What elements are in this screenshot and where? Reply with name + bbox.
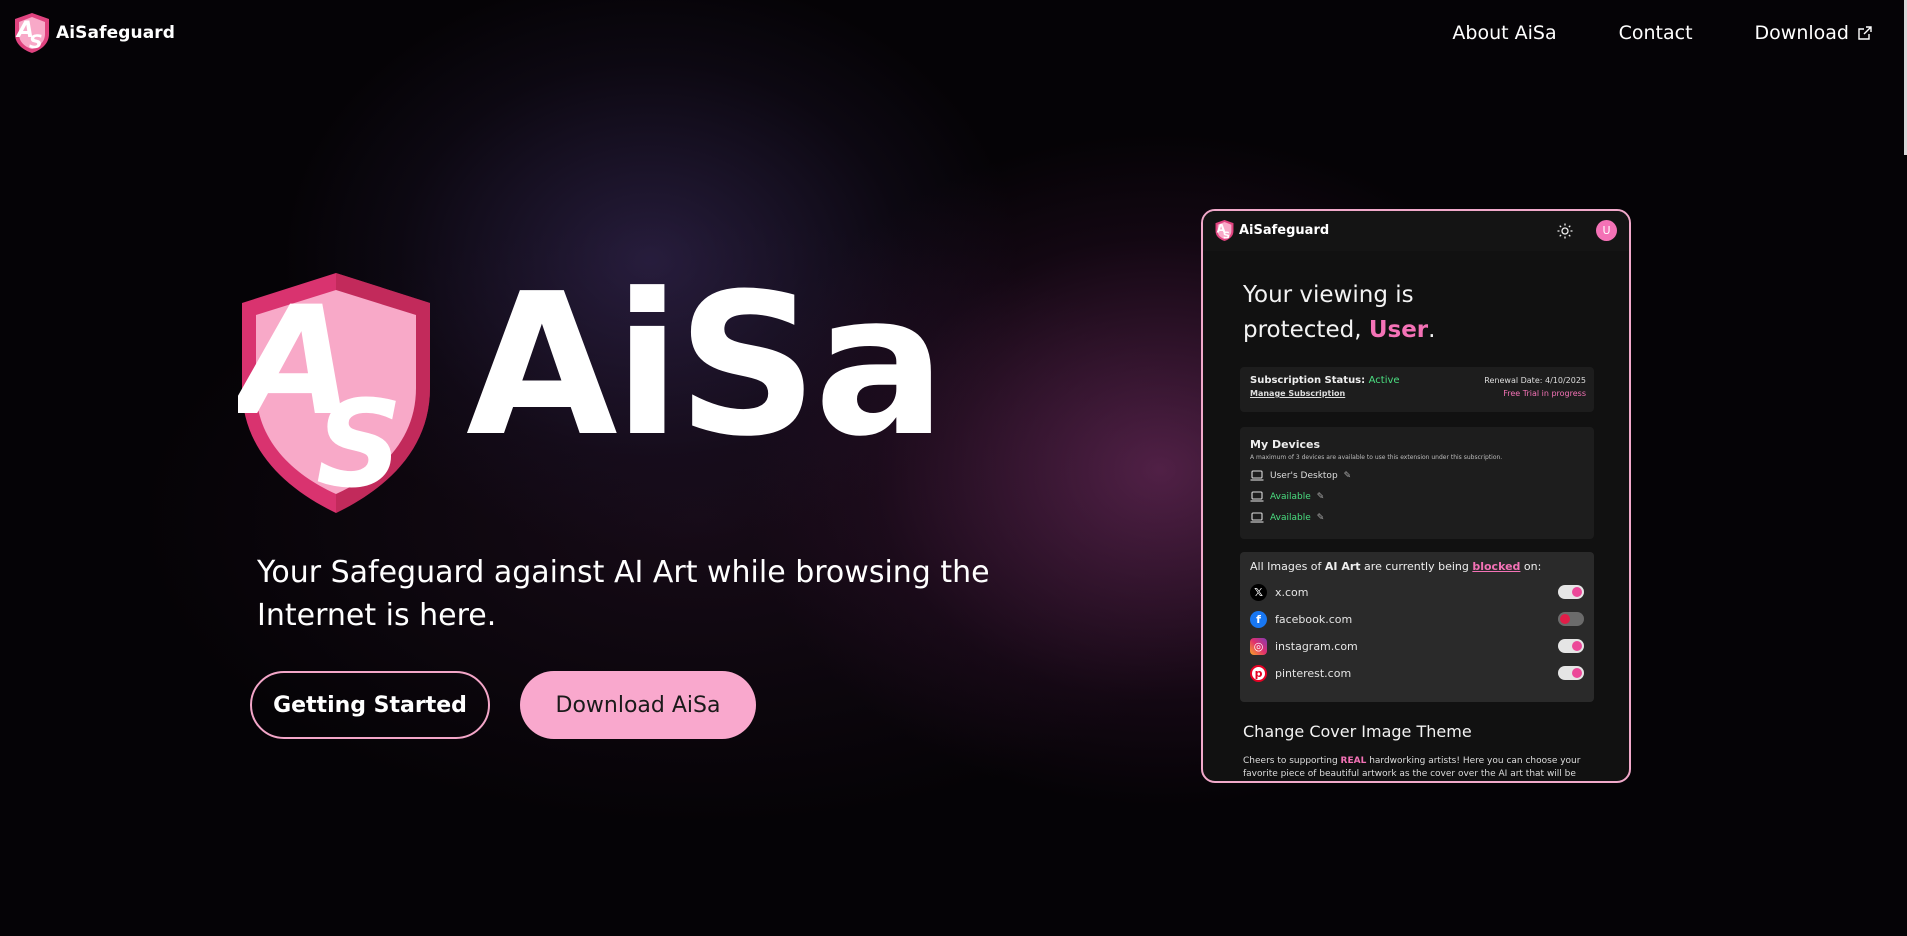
sun-theme-icon[interactable] xyxy=(1557,223,1573,239)
laptop-icon xyxy=(1250,512,1264,523)
protection-heading-line1: Your viewing is xyxy=(1243,282,1414,308)
download-aisa-button[interactable]: Download AiSa xyxy=(520,671,756,739)
site-row-facebook: f facebook.com xyxy=(1250,609,1584,629)
subscription-status: Subscription Status: Active xyxy=(1250,375,1400,386)
cover-theme-description: Cheers to supporting REAL hardworking ar… xyxy=(1243,755,1603,781)
trial-status: Free Trial in progress xyxy=(1503,389,1586,398)
preview-brand: A S AiSafeguard xyxy=(1215,219,1329,242)
devices-note: A maximum of 3 devices are available to … xyxy=(1250,454,1503,461)
site-label: pinterest.com xyxy=(1275,666,1352,680)
manage-subscription-link[interactable]: Manage Subscription xyxy=(1250,389,1345,398)
facebook-logo-icon: f xyxy=(1250,610,1267,628)
x-logo-icon: 𝕏 xyxy=(1250,583,1267,601)
renewal-date: Renewal Date: 4/10/2025 xyxy=(1484,376,1586,385)
nav-link-contact[interactable]: Contact xyxy=(1619,22,1693,44)
protection-heading: Your viewing is protected, User. xyxy=(1243,278,1435,348)
svg-text:S: S xyxy=(1223,230,1230,241)
nav-link-contact-label: Contact xyxy=(1618,22,1693,44)
device-row: User's Desktop ✎ xyxy=(1250,470,1351,481)
site-toggle-x[interactable] xyxy=(1558,585,1584,599)
device-name: Available xyxy=(1270,512,1311,523)
nav-link-download-label: Download xyxy=(1754,22,1849,44)
aisa-shield-icon: A S xyxy=(1215,219,1234,241)
site-row-pinterest: p pinterest.com xyxy=(1250,663,1584,683)
subscription-status-label: Subscription Status: xyxy=(1250,375,1366,386)
external-link-icon xyxy=(1858,26,1872,40)
preview-header: A S AiSafeguard U xyxy=(1203,211,1629,251)
devices-panel: My Devices A maximum of 3 devices are av… xyxy=(1240,427,1594,539)
blocked-sites-heading: All Images of AI Art are currently being… xyxy=(1250,560,1541,573)
toggle-knob xyxy=(1572,641,1582,651)
toggle-knob xyxy=(1572,668,1582,678)
device-row: Available ✎ xyxy=(1250,491,1324,502)
device-name: User's Desktop xyxy=(1270,470,1338,481)
site-label: facebook.com xyxy=(1275,612,1353,626)
aisa-shield-icon: A S xyxy=(15,13,49,53)
site-label: x.com xyxy=(1275,585,1309,599)
heading-prefix: protected, xyxy=(1243,317,1369,343)
theme-desc-part: Cheers to supporting xyxy=(1243,756,1341,766)
heading-suffix: . xyxy=(1428,317,1436,343)
laptop-icon xyxy=(1250,491,1264,502)
toggle-knob xyxy=(1560,614,1570,624)
edit-pencil-icon[interactable]: ✎ xyxy=(1317,492,1325,502)
hero-shield-logo: A S xyxy=(228,268,438,522)
hero-tagline: Your Safeguard against AI Art while brow… xyxy=(257,555,990,633)
heading-part: on: xyxy=(1520,560,1542,573)
site-row-instagram: ◎ instagram.com xyxy=(1250,636,1584,656)
heading-ai-art: AI Art xyxy=(1324,560,1361,573)
edit-pencil-icon[interactable]: ✎ xyxy=(1317,513,1325,523)
heading-blocked: blocked xyxy=(1472,560,1521,573)
preview-brand-name: AiSafeguard xyxy=(1239,223,1330,238)
nav-links: About AiSa Contact Download xyxy=(1452,22,1873,44)
site-toggle-instagram[interactable] xyxy=(1558,639,1584,653)
nav-link-about[interactable]: About AiSa xyxy=(1452,22,1556,44)
svg-text:S: S xyxy=(316,376,402,515)
device-name: Available xyxy=(1270,491,1311,502)
heading-part: All Images of xyxy=(1250,560,1325,573)
protection-heading-line2: protected, User. xyxy=(1243,313,1435,348)
nav-link-about-label: About AiSa xyxy=(1452,22,1557,44)
hero-title: AiSa xyxy=(466,252,946,480)
blocked-sites-panel: All Images of AI Art are currently being… xyxy=(1240,552,1594,702)
site-toggle-facebook[interactable] xyxy=(1558,612,1584,626)
toggle-knob xyxy=(1572,587,1582,597)
brand-name: AiSafeguard xyxy=(56,23,176,43)
edit-pencil-icon[interactable]: ✎ xyxy=(1344,471,1352,481)
site-row-x: 𝕏 x.com xyxy=(1250,582,1584,602)
instagram-logo-icon: ◎ xyxy=(1250,637,1267,655)
extension-preview-card: A S AiSafeguard U Your viewing is protec… xyxy=(1201,209,1631,783)
user-avatar[interactable]: U xyxy=(1596,220,1617,241)
getting-started-button[interactable]: Getting Started xyxy=(250,671,490,739)
theme-desc-real: REAL xyxy=(1340,756,1367,766)
heading-user-name: User xyxy=(1368,317,1429,343)
device-row: Available ✎ xyxy=(1250,512,1324,523)
heading-part: are currently being xyxy=(1360,560,1473,573)
cover-theme-title: Change Cover Image Theme xyxy=(1243,722,1472,741)
laptop-icon xyxy=(1250,470,1264,481)
subscription-status-value: Active xyxy=(1368,375,1400,386)
subscription-panel: Subscription Status: Active Manage Subsc… xyxy=(1240,367,1594,412)
site-toggle-pinterest[interactable] xyxy=(1558,666,1584,680)
brand-logo-link[interactable]: A S AiSafeguard xyxy=(14,12,175,54)
top-nav: A S AiSafeguard About AiSa Contact Downl… xyxy=(0,0,1907,68)
pinterest-logo-icon: p xyxy=(1250,664,1267,682)
aisa-large-shield-icon: A S xyxy=(228,273,430,515)
nav-link-download[interactable]: Download xyxy=(1755,22,1873,44)
devices-title: My Devices xyxy=(1250,438,1321,451)
site-label: instagram.com xyxy=(1275,639,1358,653)
svg-text:S: S xyxy=(29,31,43,53)
